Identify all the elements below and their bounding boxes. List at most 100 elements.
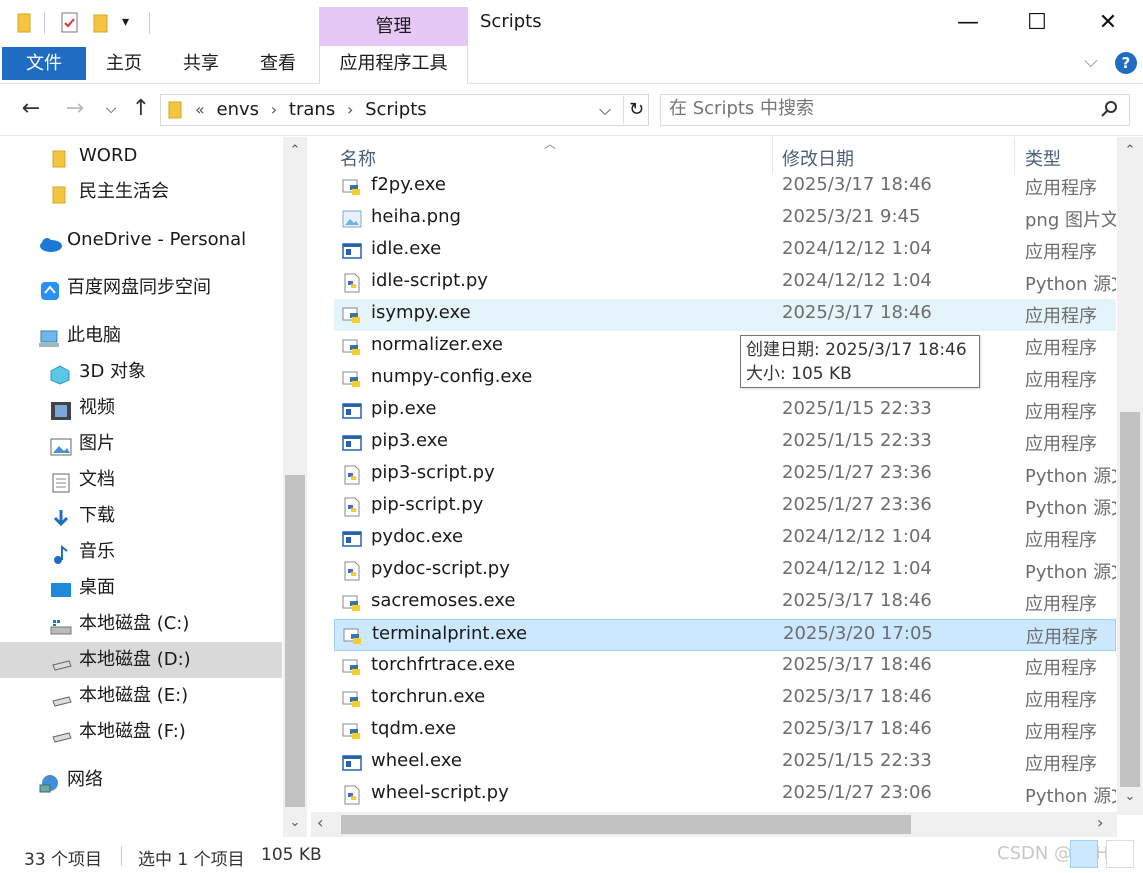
tab-file[interactable]: 文件 bbox=[2, 47, 86, 80]
file-name[interactable]: normalizer.exe bbox=[371, 334, 503, 355]
search-input[interactable] bbox=[669, 98, 1089, 119]
file-name[interactable]: pip3.exe bbox=[371, 430, 448, 451]
close-button[interactable]: ✕ bbox=[1088, 8, 1128, 38]
file-row[interactable]: torchrun.exe 2025/3/17 18:46 应用程序 bbox=[334, 683, 1116, 715]
file-name[interactable]: pip.exe bbox=[371, 398, 437, 419]
nav-item-word[interactable]: WORD bbox=[0, 138, 282, 174]
tab-application-tools[interactable]: 应用程序工具 bbox=[319, 46, 468, 84]
new-folder-icon[interactable] bbox=[93, 12, 109, 38]
file-row[interactable]: pip3.exe 2025/1/15 22:33 应用程序 bbox=[334, 427, 1116, 459]
nav-item-3d-objects[interactable]: 3D 对象 bbox=[0, 354, 282, 390]
back-arrow-icon[interactable]: ← bbox=[16, 94, 46, 124]
customize-qat-icon[interactable]: ▾ bbox=[122, 14, 129, 30]
recent-locations-icon[interactable]: ⌵ bbox=[96, 94, 126, 124]
refresh-icon[interactable]: ↻ bbox=[623, 96, 649, 124]
file-name[interactable]: f2py.exe bbox=[371, 174, 446, 195]
address-dropdown-icon[interactable]: ⌵ bbox=[599, 100, 611, 120]
ribbon-expand-icon[interactable]: ⌵ bbox=[1084, 51, 1098, 72]
maximize-button[interactable]: ☐ bbox=[1017, 8, 1057, 38]
nav-item-drive-c[interactable]: 本地磁盘 (C:) bbox=[0, 606, 282, 642]
file-list-vscroll-thumb[interactable] bbox=[1120, 412, 1140, 787]
nav-item-pictures[interactable]: 图片 bbox=[0, 426, 282, 462]
file-row[interactable]: pip-script.py 2025/1/27 23:36 Python 源文件 bbox=[334, 491, 1116, 523]
file-name[interactable]: idle.exe bbox=[371, 238, 441, 259]
file-row[interactable]: isympy.exe 2025/3/17 18:46 应用程序 bbox=[334, 299, 1116, 331]
file-row[interactable]: torchfrtrace.exe 2025/3/17 18:46 应用程序 bbox=[334, 651, 1116, 683]
file-row[interactable]: pip3-script.py 2025/1/27 23:36 Python 源文件 bbox=[334, 459, 1116, 491]
file-name[interactable]: pip3-script.py bbox=[371, 462, 495, 483]
file-row[interactable]: pydoc-script.py 2024/12/12 1:04 Python 源文件 bbox=[334, 555, 1116, 587]
file-name[interactable]: wheel.exe bbox=[371, 750, 462, 771]
column-type[interactable]: 类型 bbox=[1025, 145, 1061, 171]
file-row[interactable]: pip.exe 2025/1/15 22:33 应用程序 bbox=[334, 395, 1116, 427]
file-name[interactable]: tqdm.exe bbox=[371, 718, 456, 739]
details-view-icon[interactable] bbox=[1070, 840, 1098, 868]
file-row[interactable]: idle-script.py 2024/12/12 1:04 Python 源文件 bbox=[334, 267, 1116, 299]
nav-item-videos[interactable]: 视频 bbox=[0, 390, 282, 426]
column-name[interactable]: 名称 bbox=[340, 145, 376, 171]
file-row[interactable]: heiha.png 2025/3/21 9:45 png 图片文件 bbox=[334, 203, 1116, 235]
nav-item-baidu[interactable]: 百度网盘同步空间 bbox=[0, 270, 282, 306]
context-tab-manage[interactable]: 管理 bbox=[319, 7, 468, 46]
breadcrumb-separator[interactable]: › bbox=[347, 100, 353, 119]
nav-item-drive-f[interactable]: 本地磁盘 (F:) bbox=[0, 714, 282, 750]
large-icons-view-icon[interactable] bbox=[1106, 840, 1134, 868]
search-box[interactable] bbox=[660, 94, 1130, 126]
nav-item-desktop[interactable]: 桌面 bbox=[0, 570, 282, 606]
file-row[interactable]: pydoc.exe 2024/12/12 1:04 应用程序 bbox=[334, 523, 1116, 555]
file-row[interactable]: idle.exe 2024/12/12 1:04 应用程序 bbox=[334, 235, 1116, 267]
file-name[interactable]: pydoc-script.py bbox=[371, 558, 510, 579]
nav-item-documents[interactable]: 文档 bbox=[0, 462, 282, 498]
scroll-left-icon[interactable]: ‹ bbox=[317, 813, 323, 832]
nav-item-drive-e[interactable]: 本地磁盘 (E:) bbox=[0, 678, 282, 714]
help-icon[interactable]: ? bbox=[1115, 52, 1137, 74]
breadcrumb-overflow[interactable]: « bbox=[195, 100, 205, 119]
scroll-right-icon[interactable]: › bbox=[1097, 813, 1103, 832]
scroll-up-icon[interactable]: ⌃ bbox=[1118, 143, 1142, 158]
nav-item-minzhu[interactable]: 民主生活会 bbox=[0, 174, 282, 210]
up-arrow-icon[interactable]: ↑ bbox=[126, 94, 156, 124]
file-row[interactable]: wheel.exe 2025/1/15 22:33 应用程序 bbox=[334, 747, 1116, 779]
breadcrumb-envs[interactable]: envs bbox=[217, 99, 260, 120]
breadcrumb-scripts[interactable]: Scripts bbox=[365, 99, 427, 120]
file-row[interactable]: normalizer.exe 应用程序 bbox=[334, 331, 1116, 363]
forward-arrow-icon[interactable]: → bbox=[60, 94, 90, 124]
breadcrumb-trans[interactable]: trans bbox=[289, 99, 335, 120]
file-name[interactable]: sacremoses.exe bbox=[371, 590, 515, 611]
tab-share[interactable]: 共享 bbox=[183, 46, 219, 82]
breadcrumb-separator[interactable]: › bbox=[271, 100, 277, 119]
file-name[interactable]: heiha.png bbox=[371, 206, 461, 227]
file-row[interactable]: f2py.exe 2025/3/17 18:46 应用程序 bbox=[334, 171, 1116, 203]
nav-item-onedrive[interactable]: OneDrive - Personal bbox=[0, 222, 282, 258]
minimize-button[interactable]: — bbox=[948, 8, 988, 38]
properties-icon[interactable] bbox=[60, 12, 80, 38]
file-row[interactable]: tqdm.exe 2025/3/17 18:46 应用程序 bbox=[334, 715, 1116, 747]
file-row[interactable]: sacremoses.exe 2025/3/17 18:46 应用程序 bbox=[334, 587, 1116, 619]
file-name[interactable]: torchrun.exe bbox=[371, 686, 485, 707]
address-bar[interactable]: « envs › trans › Scripts ⌵ ↻ bbox=[160, 94, 649, 126]
file-name[interactable]: numpy-config.exe bbox=[371, 366, 532, 387]
tab-home[interactable]: 主页 bbox=[106, 46, 142, 82]
nav-item-this-pc[interactable]: 此电脑 bbox=[0, 318, 282, 354]
tab-view[interactable]: 查看 bbox=[260, 46, 296, 82]
file-name[interactable]: terminalprint.exe bbox=[372, 623, 527, 644]
nav-scroll-thumb[interactable] bbox=[285, 475, 305, 807]
file-name[interactable]: pip-script.py bbox=[371, 494, 483, 515]
file-list-hscrollbar[interactable]: ‹ › bbox=[311, 812, 1117, 837]
file-name[interactable]: pydoc.exe bbox=[371, 526, 463, 547]
file-row[interactable]: terminalprint.exe 2025/3/20 17:05 应用程序 bbox=[334, 619, 1116, 651]
scroll-down-icon[interactable]: ⌄ bbox=[283, 815, 307, 830]
file-name[interactable]: torchfrtrace.exe bbox=[371, 654, 515, 675]
file-list-vscrollbar[interactable]: ⌃ ⌄ bbox=[1117, 137, 1143, 815]
nav-item-network[interactable]: 网络 bbox=[0, 762, 282, 798]
nav-item-music[interactable]: 音乐 bbox=[0, 534, 282, 570]
column-date[interactable]: 修改日期 bbox=[782, 145, 854, 171]
file-row[interactable]: numpy-config.exe 应用程序 bbox=[334, 363, 1116, 395]
file-name[interactable]: wheel-script.py bbox=[371, 782, 509, 803]
scroll-down-icon[interactable]: ⌄ bbox=[1118, 789, 1142, 804]
search-icon[interactable] bbox=[1101, 100, 1119, 123]
scroll-up-icon[interactable]: ⌃ bbox=[283, 143, 307, 158]
file-row[interactable]: wheel-script.py 2025/1/27 23:06 Python 源文件 bbox=[334, 779, 1116, 811]
nav-scrollbar[interactable]: ⌃ ⌄ bbox=[283, 137, 307, 837]
nav-item-drive-d[interactable]: 本地磁盘 (D:) bbox=[0, 642, 282, 678]
